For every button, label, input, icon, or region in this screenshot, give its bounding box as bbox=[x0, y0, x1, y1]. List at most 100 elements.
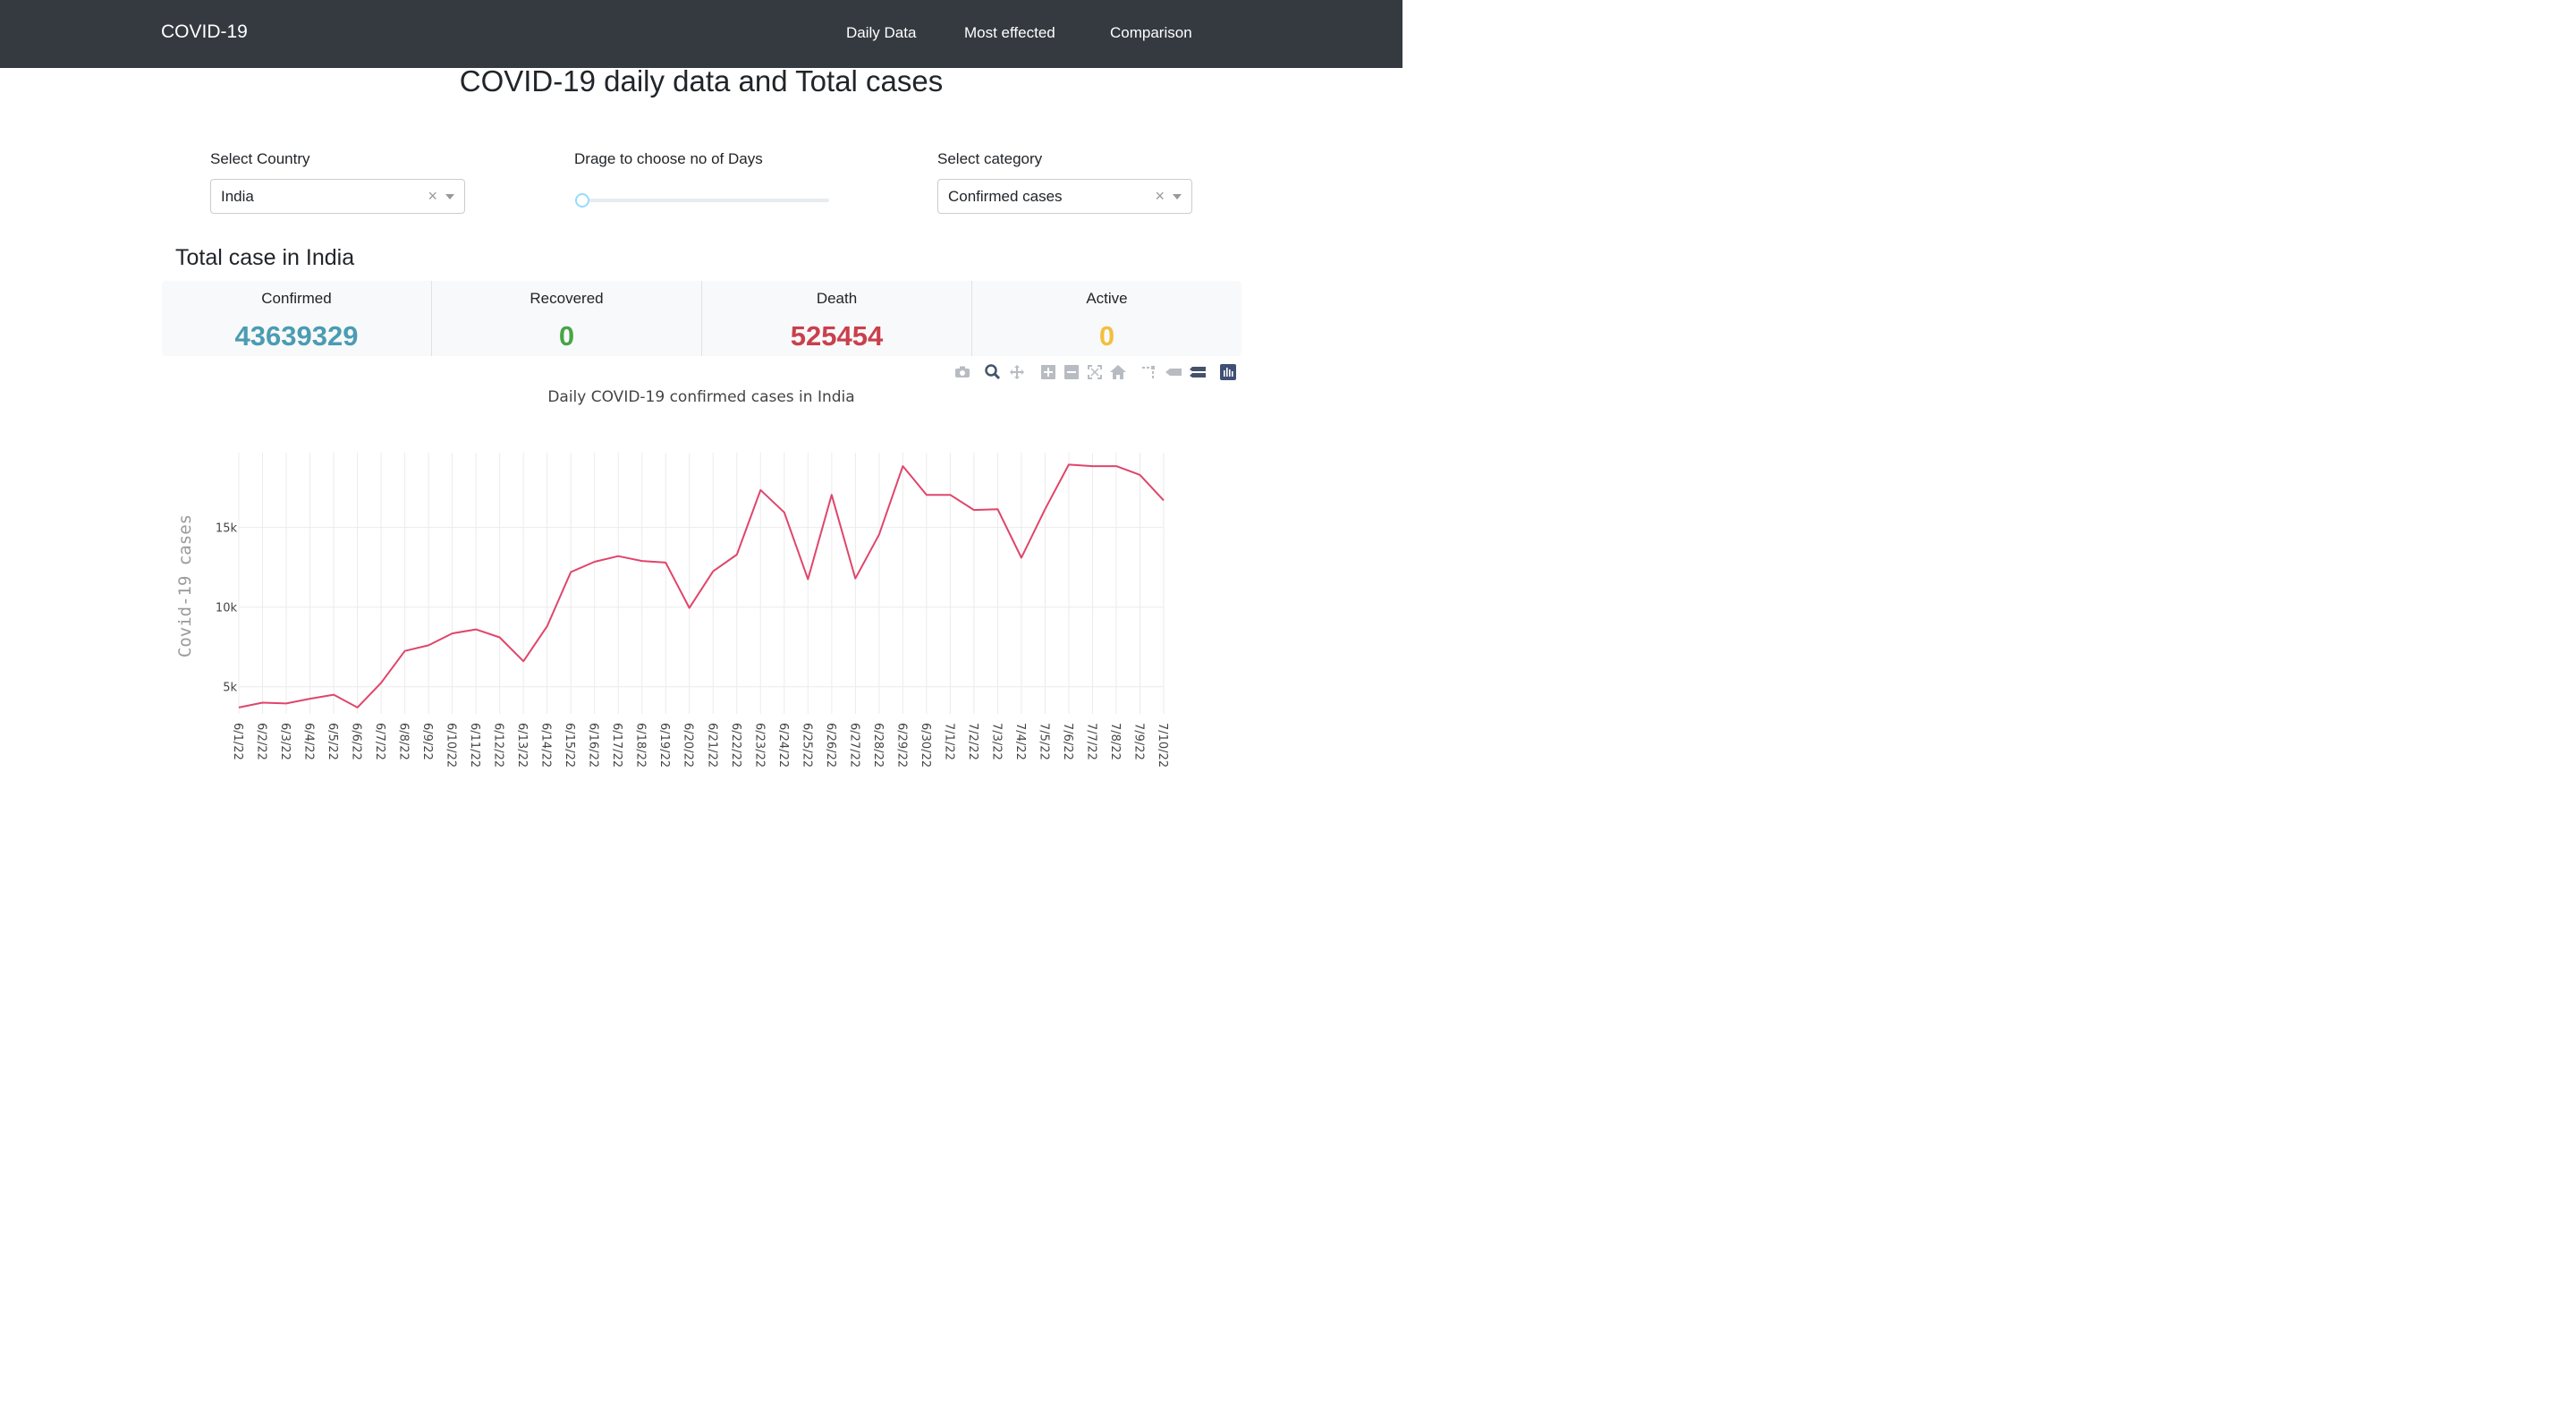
nav-most-effected[interactable]: Most effected bbox=[964, 24, 1055, 42]
clear-icon[interactable]: × bbox=[1155, 187, 1165, 206]
data-point bbox=[402, 649, 408, 654]
x-tick-label: 7/4/22 bbox=[1013, 723, 1027, 760]
nav-daily-data[interactable]: Daily Data bbox=[846, 24, 916, 42]
x-tick-label: 6/18/22 bbox=[634, 723, 648, 767]
card-label: Death bbox=[816, 290, 858, 307]
x-tick-label: 6/24/22 bbox=[776, 723, 790, 767]
data-point bbox=[473, 627, 479, 632]
x-tick-label: 6/14/22 bbox=[539, 723, 553, 767]
x-tick-label: 7/7/22 bbox=[1084, 723, 1097, 760]
nav-comparison[interactable]: Comparison bbox=[1110, 24, 1192, 42]
x-tick-label: 6/5/22 bbox=[326, 723, 339, 760]
country-label: Select Country bbox=[210, 150, 310, 167]
category-label: Select category bbox=[937, 150, 1043, 167]
data-point bbox=[640, 558, 645, 564]
camera-icon[interactable] bbox=[953, 363, 971, 381]
data-point bbox=[924, 492, 929, 497]
data-point bbox=[710, 569, 716, 574]
x-tick-label: 7/10/22 bbox=[1156, 723, 1169, 767]
data-point bbox=[426, 642, 431, 648]
data-point bbox=[615, 554, 621, 559]
card-label: Recovered bbox=[530, 290, 604, 307]
x-tick-label: 6/23/22 bbox=[752, 723, 766, 767]
data-point bbox=[900, 463, 905, 469]
data-point bbox=[592, 559, 597, 564]
data-point bbox=[1042, 506, 1047, 512]
x-tick-label: 7/3/22 bbox=[989, 723, 1003, 760]
hover-closest-icon[interactable] bbox=[1165, 363, 1182, 381]
hover-compare-icon[interactable] bbox=[1189, 363, 1207, 381]
clear-icon[interactable]: × bbox=[428, 187, 437, 206]
y-tick-label: 15k bbox=[216, 522, 238, 536]
x-tick-label: 6/11/22 bbox=[468, 723, 481, 767]
card-value: 0 bbox=[1098, 320, 1115, 352]
days-slider-track[interactable] bbox=[578, 199, 829, 202]
chevron-down-icon[interactable] bbox=[445, 194, 454, 199]
zoom-in-icon[interactable] bbox=[1039, 363, 1057, 381]
data-point bbox=[1089, 463, 1095, 469]
data-point bbox=[236, 705, 242, 710]
zoom-out-icon[interactable] bbox=[1063, 363, 1080, 381]
category-dropdown[interactable]: Confirmed cases × bbox=[937, 179, 1192, 214]
x-tick-label: 6/2/22 bbox=[255, 723, 268, 760]
card-death: Death 525454 bbox=[701, 281, 971, 356]
x-tick-label: 7/8/22 bbox=[1108, 723, 1122, 760]
x-tick-label: 6/4/22 bbox=[302, 723, 316, 760]
y-axis-label: Covid-19 cases bbox=[175, 514, 195, 657]
reset-axes-icon[interactable] bbox=[1109, 363, 1127, 381]
x-tick-label: 6/7/22 bbox=[373, 723, 386, 760]
data-point bbox=[284, 700, 289, 706]
plotly-logo-icon[interactable] bbox=[1219, 363, 1237, 381]
data-point bbox=[378, 680, 384, 685]
card-recovered: Recovered 0 bbox=[431, 281, 701, 356]
data-point bbox=[1161, 497, 1166, 503]
x-tick-label: 6/6/22 bbox=[350, 723, 363, 760]
chevron-down-icon[interactable] bbox=[1173, 194, 1182, 199]
card-label: Confirmed bbox=[261, 290, 332, 307]
total-case-title: Total case in India bbox=[175, 245, 355, 270]
x-tick-label: 6/20/22 bbox=[682, 723, 695, 767]
x-tick-label: 6/25/22 bbox=[800, 723, 813, 767]
autoscale-icon[interactable] bbox=[1086, 363, 1104, 381]
country-dropdown[interactable]: India × bbox=[210, 179, 465, 214]
x-tick-label: 6/30/22 bbox=[919, 723, 932, 767]
x-tick-label: 7/5/22 bbox=[1037, 723, 1050, 760]
x-tick-label: 6/26/22 bbox=[824, 723, 837, 767]
data-point bbox=[497, 635, 503, 640]
data-point bbox=[1066, 462, 1072, 467]
x-tick-label: 6/29/22 bbox=[894, 723, 908, 767]
data-point bbox=[450, 631, 455, 636]
data-point bbox=[782, 510, 787, 515]
card-value: 525454 bbox=[790, 320, 884, 352]
x-tick-label: 6/21/22 bbox=[705, 723, 718, 767]
x-tick-label: 7/2/22 bbox=[966, 723, 979, 760]
x-tick-label: 7/1/22 bbox=[942, 723, 955, 760]
x-tick-label: 6/19/22 bbox=[657, 723, 671, 767]
data-point bbox=[758, 488, 763, 493]
x-tick-label: 6/9/22 bbox=[420, 723, 434, 760]
x-tick-label: 6/22/22 bbox=[729, 723, 742, 767]
brand-link[interactable]: COVID-19 bbox=[161, 21, 248, 43]
x-tick-label: 6/13/22 bbox=[515, 723, 529, 767]
x-tick-label: 6/12/22 bbox=[492, 723, 505, 767]
country-selected-value: India bbox=[221, 188, 254, 205]
spike-lines-icon[interactable] bbox=[1140, 363, 1157, 381]
data-point bbox=[308, 696, 313, 701]
x-tick-label: 6/3/22 bbox=[278, 723, 292, 760]
x-tick-label: 6/27/22 bbox=[847, 723, 860, 767]
data-point bbox=[663, 560, 668, 565]
x-tick-label: 6/16/22 bbox=[587, 723, 600, 767]
card-value: 43639329 bbox=[234, 320, 359, 352]
data-point bbox=[331, 692, 336, 698]
zoom-icon[interactable] bbox=[984, 363, 1002, 381]
days-slider-handle[interactable] bbox=[575, 193, 589, 208]
x-tick-label: 6/8/22 bbox=[397, 723, 411, 760]
data-point bbox=[971, 507, 977, 513]
card-value: 0 bbox=[558, 320, 575, 352]
series-line bbox=[238, 463, 1165, 708]
data-point bbox=[545, 623, 550, 629]
data-point bbox=[355, 705, 360, 710]
pan-icon[interactable] bbox=[1008, 363, 1026, 381]
y-tick-label: 5k bbox=[223, 682, 237, 695]
data-point bbox=[877, 532, 882, 538]
